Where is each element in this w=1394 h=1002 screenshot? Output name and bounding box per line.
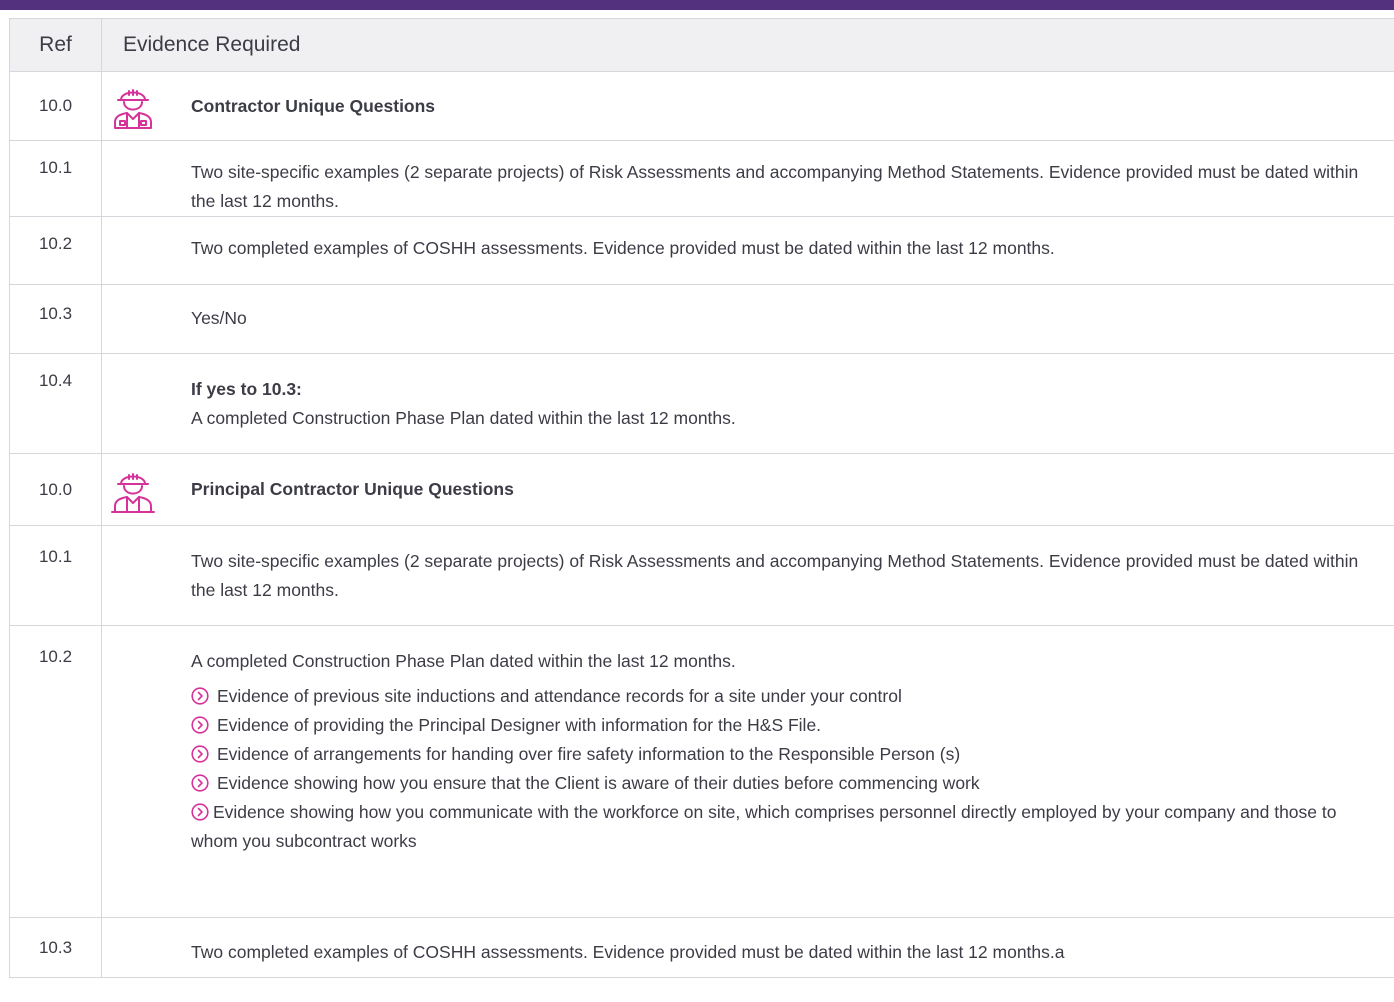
table-row: 10.4 If yes to 10.3: A completed Constru… bbox=[9, 353, 1394, 454]
table-row: 10.3 Two completed examples of COSHH ass… bbox=[9, 917, 1394, 978]
ref-cell: 10.2 bbox=[9, 625, 102, 918]
bullet-text: Evidence of arrangements for handing ove… bbox=[217, 744, 961, 764]
ref-cell: 10.0 bbox=[9, 453, 102, 526]
evidence-text: A completed Construction Phase Plan date… bbox=[191, 408, 736, 428]
evidence-column-header: Evidence Required bbox=[101, 18, 1394, 72]
section-row-contractor: 10.0 Contractor Unique Questions bbox=[9, 71, 1394, 141]
ref-cell: 10.0 bbox=[9, 71, 102, 141]
condition-label: If yes to 10.3: bbox=[191, 379, 302, 399]
list-item: Evidence of providing the Principal Desi… bbox=[191, 711, 1376, 740]
table-row: 10.3 Yes/No bbox=[9, 284, 1394, 354]
evidence-cell: Principal Contractor Unique Questions bbox=[101, 453, 1394, 526]
section-title: Contractor Unique Questions bbox=[191, 95, 436, 116]
evidence-cell: If yes to 10.3: A completed Construction… bbox=[101, 353, 1394, 454]
chevron-circle-icon bbox=[191, 687, 209, 705]
evidence-cell: Contractor Unique Questions bbox=[101, 71, 1394, 141]
evidence-cell: A completed Construction Phase Plan date… bbox=[101, 625, 1394, 918]
construction-worker-icon bbox=[114, 89, 152, 129]
ref-column-header: Ref bbox=[9, 18, 102, 72]
section-title: Principal Contractor Unique Questions bbox=[191, 479, 514, 499]
list-item: Evidence showing how you ensure that the… bbox=[191, 769, 1376, 798]
chevron-circle-icon bbox=[191, 803, 209, 821]
ref-cell: 10.2 bbox=[9, 216, 102, 285]
evidence-cell: Two site-specific examples (2 separate p… bbox=[101, 525, 1394, 626]
chevron-circle-icon bbox=[191, 774, 209, 792]
construction-worker-icon bbox=[111, 472, 155, 513]
ref-cell: 10.4 bbox=[9, 353, 102, 454]
chevron-circle-icon bbox=[191, 745, 209, 763]
ref-cell: 10.1 bbox=[9, 525, 102, 626]
section-row-principal-contractor: 10.0 Principal Contractor Unique Questio… bbox=[9, 453, 1394, 526]
bullet-text: Evidence showing how you communicate wit… bbox=[191, 802, 1337, 851]
bullet-text: Evidence of previous site inductions and… bbox=[217, 686, 902, 706]
list-item: Evidence showing how you communicate wit… bbox=[191, 798, 1376, 856]
table-row: 10.2 A completed Construction Phase Plan… bbox=[9, 625, 1394, 918]
list-item: Evidence of arrangements for handing ove… bbox=[191, 740, 1376, 769]
header-bar bbox=[0, 0, 1394, 10]
bullet-text: Evidence of providing the Principal Desi… bbox=[217, 715, 822, 735]
chevron-circle-icon bbox=[191, 716, 209, 734]
ref-cell: 10.3 bbox=[9, 917, 102, 978]
evidence-cell: Two completed examples of COSHH assessme… bbox=[101, 216, 1394, 285]
table-header-row: Ref Evidence Required bbox=[9, 18, 1394, 72]
evidence-cell: Yes/No bbox=[101, 284, 1394, 354]
list-item: Evidence of previous site inductions and… bbox=[191, 682, 1376, 711]
ref-cell: 10.1 bbox=[9, 140, 102, 217]
evidence-cell: Two completed examples of COSHH assessme… bbox=[101, 917, 1394, 978]
ref-cell: 10.3 bbox=[9, 284, 102, 354]
table-row: 10.2 Two completed examples of COSHH ass… bbox=[9, 216, 1394, 285]
evidence-table: Ref Evidence Required 10.0 Contractor Un… bbox=[9, 18, 1394, 978]
table-row: 10.1 Two site-specific examples (2 separ… bbox=[9, 140, 1394, 217]
evidence-cell: Two site-specific examples (2 separate p… bbox=[101, 140, 1394, 217]
evidence-text: A completed Construction Phase Plan date… bbox=[191, 651, 736, 671]
table-row: 10.1 Two site-specific examples (2 separ… bbox=[9, 525, 1394, 626]
bullet-text: Evidence showing how you ensure that the… bbox=[217, 773, 980, 793]
